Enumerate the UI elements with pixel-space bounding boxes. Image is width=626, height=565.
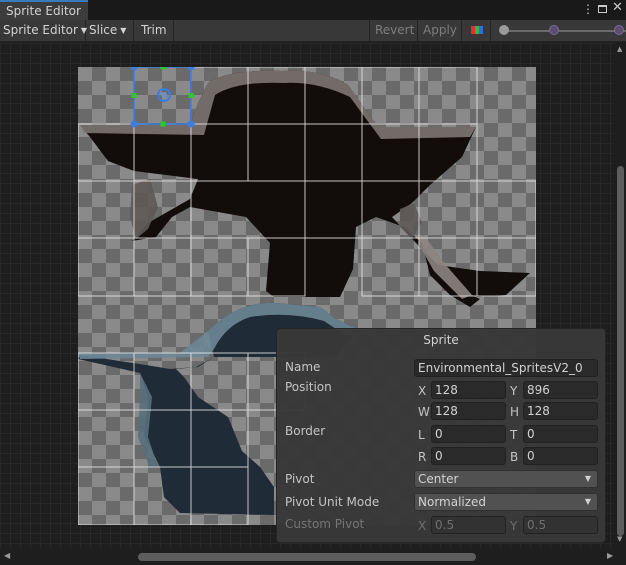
tab-sprite-editor[interactable]: Sprite Editor <box>0 0 88 20</box>
custom-pivot-label: Custom Pivot <box>285 517 365 531</box>
position-w-field[interactable]: 128 <box>431 402 506 420</box>
name-field[interactable]: Environmental_SpritesV2_0 <box>414 359 598 377</box>
corner-handle[interactable] <box>187 67 195 71</box>
slice-dropdown[interactable]: Slice ▼ <box>86 20 134 41</box>
apply-button[interactable]: Apply <box>417 20 461 41</box>
revert-button[interactable]: Revert <box>369 20 417 41</box>
edge-handle[interactable] <box>131 93 137 98</box>
scroll-right-icon[interactable]: ▶ <box>607 551 613 560</box>
pivot-unit-dropdown[interactable]: Normalized ▼ <box>414 493 598 511</box>
name-label: Name <box>285 360 321 374</box>
horizontal-scrollbar[interactable]: ◀ ▶ <box>0 548 626 565</box>
revert-label: Revert <box>375 23 415 37</box>
blue-channel-icon <box>479 26 483 34</box>
trim-label: Trim <box>141 23 167 37</box>
border-label: Border <box>285 424 326 438</box>
window-tab-bar: Sprite Editor ⋮ ✕ <box>0 0 626 20</box>
zoom-slider-track[interactable] <box>502 30 626 32</box>
scroll-up-icon[interactable]: ▲ <box>617 45 622 53</box>
pivot-value: Center <box>418 472 459 486</box>
edge-handle[interactable] <box>160 67 166 70</box>
apply-label: Apply <box>423 23 457 37</box>
border-b-field[interactable]: 0 <box>523 447 598 465</box>
position-h-label: H <box>510 405 520 419</box>
position-h-field[interactable]: 128 <box>523 402 598 420</box>
pivot-dropdown[interactable]: Center ▼ <box>414 470 598 488</box>
more-options-icon[interactable]: ⋮ <box>582 2 594 16</box>
maximize-icon[interactable] <box>598 5 607 13</box>
edge-handle[interactable] <box>160 121 166 127</box>
corner-handle[interactable] <box>130 120 138 128</box>
vertical-scroll-thumb[interactable] <box>617 166 624 536</box>
horizontal-scroll-thumb[interactable] <box>138 553 476 561</box>
corner-handle[interactable] <box>130 67 138 71</box>
slice-label: Slice <box>89 23 118 37</box>
chevron-down-icon: ▼ <box>584 497 591 506</box>
mip-level-handle[interactable] <box>549 25 559 35</box>
close-icon[interactable]: ✕ <box>612 0 623 15</box>
panel-title: Sprite <box>423 333 459 347</box>
custom-pivot-x-field: 0.5 <box>431 516 506 534</box>
position-x-field[interactable]: 128 <box>431 381 506 399</box>
sprite-inspector-panel: Sprite Name Environmental_SpritesV2_0 Po… <box>276 328 606 543</box>
vertical-scrollbar[interactable]: ▲ ▼ <box>614 43 626 548</box>
border-l-label: L <box>418 428 425 442</box>
chevron-down-icon: ▼ <box>584 474 591 483</box>
edge-handle[interactable] <box>188 93 194 98</box>
mip-level-max-handle[interactable] <box>614 25 624 35</box>
border-l-field[interactable]: 0 <box>431 425 506 443</box>
mode-label: Sprite Editor <box>3 23 78 37</box>
selected-sprite-outline[interactable] <box>130 67 195 128</box>
pivot-label: Pivot <box>285 472 315 486</box>
pivot-unit-value: Normalized <box>418 495 487 509</box>
zoom-slider-handle[interactable] <box>499 25 509 35</box>
custom-pivot-x-label: X <box>418 519 427 533</box>
custom-pivot-y-field: 0.5 <box>523 516 598 534</box>
color-channel-toggle[interactable] <box>461 20 491 41</box>
pivot-center-icon <box>161 92 167 98</box>
tab-title: Sprite Editor <box>6 4 81 18</box>
border-b-label: B <box>510 450 519 464</box>
sprite-editor-mode-dropdown[interactable]: Sprite Editor ▼ <box>0 20 87 41</box>
corner-handle[interactable] <box>187 120 195 128</box>
position-label: Position <box>285 380 332 394</box>
position-w-label: W <box>418 405 430 419</box>
toolbar: Sprite Editor ▼ Slice ▼ Trim Revert Apply <box>0 20 626 42</box>
scroll-left-icon[interactable]: ◀ <box>4 551 10 560</box>
border-t-label: T <box>510 428 518 442</box>
scroll-down-icon[interactable]: ▼ <box>617 535 622 543</box>
border-r-label: R <box>418 450 427 464</box>
dropdown-arrow-icon: ▼ <box>120 26 127 35</box>
pivot-unit-label: Pivot Unit Mode <box>285 495 380 509</box>
position-y-field[interactable]: 896 <box>523 381 598 399</box>
custom-pivot-y-label: Y <box>510 519 518 533</box>
position-y-label: Y <box>510 384 518 398</box>
trim-button[interactable]: Trim <box>134 20 174 41</box>
border-r-field[interactable]: 0 <box>431 447 506 465</box>
border-t-field[interactable]: 0 <box>523 425 598 443</box>
position-x-label: X <box>418 384 427 398</box>
